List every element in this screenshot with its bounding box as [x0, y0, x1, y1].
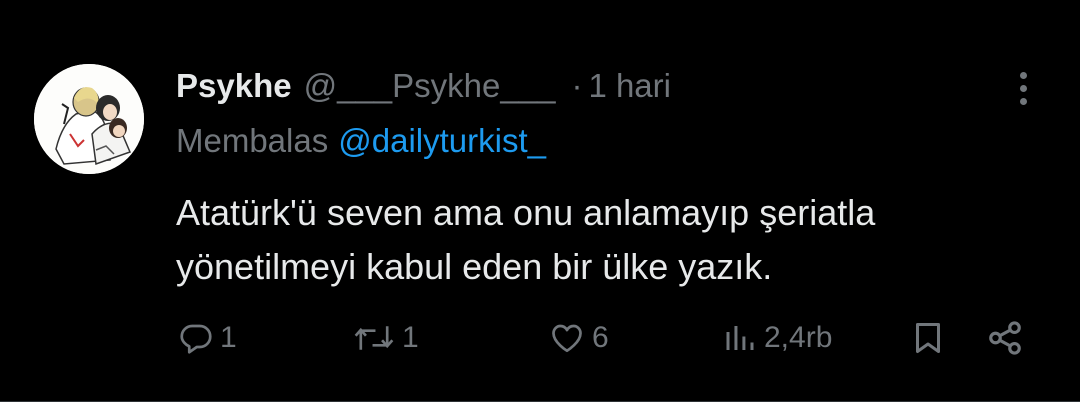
reply-mention-link[interactable]: @dailyturkist_ [338, 122, 546, 159]
like-count: 6 [592, 321, 609, 354]
reply-prefix: Membalas [176, 122, 329, 159]
reply-count: 1 [220, 321, 237, 354]
bookmark-icon [916, 323, 940, 353]
tweet-text-line: Atatürk'ü seven ama onu anlamayıp şeriat… [176, 192, 876, 233]
avatar-illustration [34, 64, 144, 174]
repost-count: 1 [402, 321, 419, 354]
views-button[interactable]: 2,4rb [722, 312, 832, 364]
bookmark-button[interactable] [910, 312, 946, 364]
views-count: 2,4rb [764, 321, 833, 354]
reply-button[interactable]: 1 [178, 312, 237, 364]
heart-icon [552, 324, 582, 353]
tweet-text: Atatürk'ü seven ama onu anlamayıp şeriat… [176, 186, 1036, 294]
tweet-header: Psykhe @___Psykhe___ · 1 hari [176, 64, 671, 108]
repost-icon [354, 326, 394, 350]
tweet-text-line: yönetilmeyi kabul eden bir ülke yazık. [176, 246, 773, 287]
action-bar: 1 1 6 2,4rb [0, 312, 1080, 364]
reply-bubble-icon [180, 324, 212, 354]
timestamp[interactable]: 1 hari [588, 67, 671, 105]
share-button[interactable] [986, 312, 1024, 364]
avatar[interactable] [34, 64, 144, 174]
views-bar-chart-icon [726, 326, 754, 350]
reply-context: Membalas @dailyturkist_ [176, 122, 546, 160]
like-button[interactable]: 6 [548, 312, 609, 364]
user-handle[interactable]: @___Psykhe___ [304, 67, 556, 105]
more-vertical-icon[interactable] [1004, 68, 1042, 108]
share-icon [989, 321, 1021, 355]
display-name[interactable]: Psykhe [176, 67, 292, 105]
separator-dot: · [571, 67, 583, 104]
repost-button[interactable]: 1 [352, 312, 419, 364]
